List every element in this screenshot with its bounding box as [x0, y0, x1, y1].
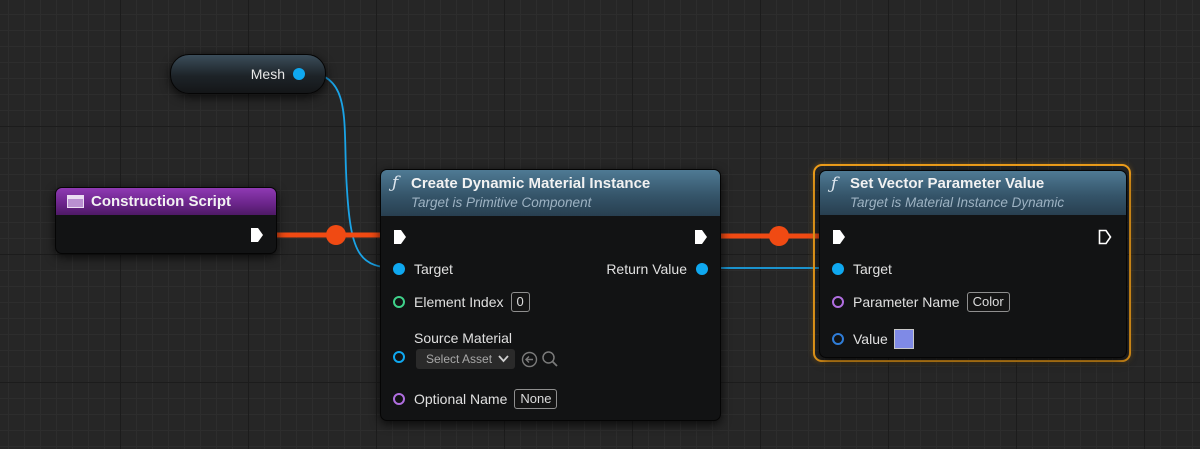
function-icon: ƒ [392, 173, 399, 193]
parameter-name-pin-row[interactable]: Parameter Name Color [832, 292, 1010, 312]
exec-wire-2-knot[interactable] [769, 226, 789, 246]
source-material-input-pin[interactable] [393, 350, 405, 363]
element-index-label: Element Index [414, 294, 504, 310]
element-index-input-pin[interactable] [393, 296, 405, 308]
set-vector-title: Set Vector Parameter Value [850, 175, 1045, 192]
create-dynamic-material-instance-node[interactable]: ƒ Create Dynamic Material Instance Targe… [380, 169, 721, 421]
target-pin-row[interactable]: Target [832, 261, 892, 277]
source-material-label: Source Material [414, 330, 513, 346]
target-pin-row[interactable]: Target [393, 261, 453, 277]
optional-name-input-pin[interactable] [393, 393, 405, 405]
mesh-label: Mesh [250, 66, 285, 82]
optional-name-pin-row[interactable]: Optional Name None [393, 389, 558, 409]
select-asset-label: Select Asset [426, 352, 493, 366]
target-input-pin[interactable] [393, 263, 405, 275]
parameter-name-input-pin[interactable] [832, 296, 844, 308]
construction-script-icon [67, 195, 84, 208]
use-selected-asset-icon[interactable] [521, 351, 538, 368]
create-dmi-title: Create Dynamic Material Instance [411, 175, 651, 192]
return-value-label: Return Value [606, 261, 687, 277]
optional-name-field[interactable]: None [514, 389, 558, 409]
chevron-down-icon [498, 355, 509, 363]
exec-output-pin[interactable] [1098, 229, 1112, 245]
color-swatch[interactable] [893, 329, 914, 349]
return-value-pin-row[interactable]: Return Value [606, 261, 708, 277]
value-input-pin[interactable] [832, 333, 844, 345]
browse-asset-icon[interactable] [541, 350, 559, 368]
source-material-pin-row[interactable]: Source Material Select Asset [393, 330, 559, 369]
optional-name-label: Optional Name [414, 391, 508, 407]
set-vector-parameter-value-node[interactable]: ƒ Set Vector Parameter Value Target is M… [819, 170, 1127, 358]
element-index-pin-row[interactable]: Element Index 0 [393, 292, 530, 312]
select-asset-dropdown[interactable]: Select Asset [416, 349, 516, 369]
mesh-output-pin[interactable] [293, 68, 305, 80]
return-value-output-pin[interactable] [696, 263, 708, 275]
target-label: Target [414, 261, 453, 277]
mesh-variable-node[interactable]: Mesh [170, 54, 326, 94]
target-label: Target [853, 261, 892, 277]
exec-output-pin[interactable] [694, 229, 708, 245]
create-dmi-subtitle: Target is Primitive Component [411, 195, 592, 210]
function-icon: ƒ [831, 174, 838, 194]
value-pin-row[interactable]: Value [832, 329, 914, 349]
parameter-name-label: Parameter Name [853, 294, 960, 310]
set-vector-header: ƒ Set Vector Parameter Value Target is M… [820, 171, 1126, 215]
element-index-field[interactable]: 0 [510, 292, 530, 312]
construction-script-title: Construction Script [91, 193, 232, 210]
exec-wire-1-knot[interactable] [326, 225, 346, 245]
value-label: Value [853, 331, 888, 347]
parameter-name-field[interactable]: Color [966, 292, 1010, 312]
set-vector-subtitle: Target is Material Instance Dynamic [850, 195, 1065, 210]
construction-script-node[interactable]: Construction Script [55, 187, 277, 254]
construction-script-header: Construction Script [56, 188, 276, 215]
create-dmi-header: ƒ Create Dynamic Material Instance Targe… [381, 170, 720, 216]
target-input-pin[interactable] [832, 263, 844, 275]
exec-input-pin[interactable] [832, 229, 846, 245]
exec-input-pin[interactable] [393, 229, 407, 245]
exec-output-pin[interactable] [250, 227, 264, 243]
